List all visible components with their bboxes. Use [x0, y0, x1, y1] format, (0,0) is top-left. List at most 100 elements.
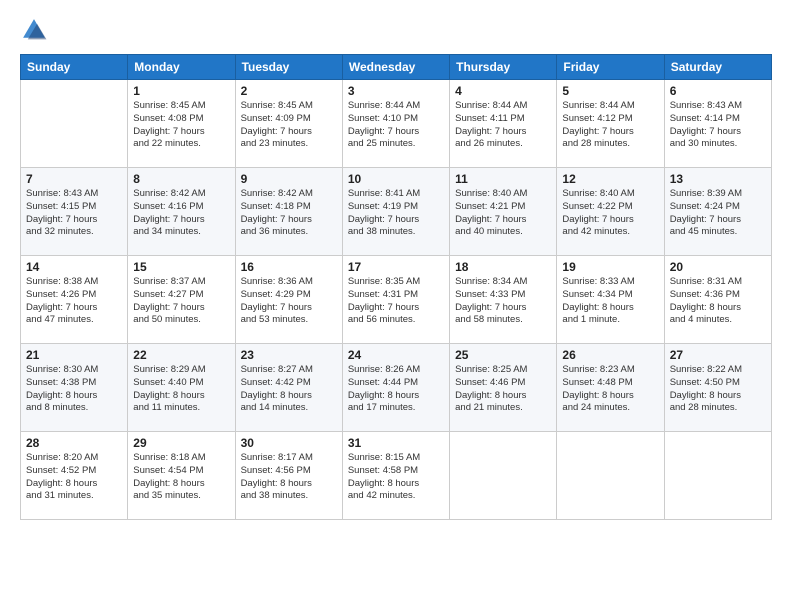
- calendar-cell: 12 Sunrise: 8:40 AM Sunset: 4:22 PM Dayli…: [557, 168, 664, 256]
- day-number: 21: [26, 348, 122, 362]
- calendar-cell: 10 Sunrise: 8:41 AM Sunset: 4:19 PM Dayli…: [342, 168, 449, 256]
- weekday-header-row: SundayMondayTuesdayWednesdayThursdayFrid…: [21, 55, 772, 80]
- day-number: 8: [133, 172, 229, 186]
- calendar-cell: 19Sunrise: 8:33 AM Sunset: 4:34 PM Dayli…: [557, 256, 664, 344]
- day-info: Sunrise: 8:30 AM Sunset: 4:38 PM Dayligh…: [26, 364, 122, 415]
- day-number: 1: [133, 84, 229, 98]
- day-info: Sunrise: 8:26 AM Sunset: 4:44 PM Dayligh…: [348, 364, 444, 415]
- day-number: 3: [348, 84, 444, 98]
- day-info: Sunrise: 8:22 AM Sunset: 4:50 PM Dayligh…: [670, 364, 766, 415]
- weekday-header-saturday: Saturday: [664, 55, 771, 80]
- week-row-3: 14Sunrise: 8:38 AM Sunset: 4:26 PM Dayli…: [21, 256, 772, 344]
- day-info: Sunrise: 8:45 AM Sunset: 4:08 PM Dayligh…: [133, 100, 229, 151]
- calendar-cell: 8 Sunrise: 8:42 AM Sunset: 4:16 PM Daylig…: [128, 168, 235, 256]
- day-number: 26: [562, 348, 658, 362]
- calendar-cell: 2 Sunrise: 8:45 AM Sunset: 4:09 PM Daylig…: [235, 80, 342, 168]
- logo-icon: [20, 16, 48, 44]
- calendar-cell: 26 Sunrise: 8:23 AM Sunset: 4:48 PM Dayli…: [557, 344, 664, 432]
- day-info: Sunrise: 8:15 AM Sunset: 4:58 PM Dayligh…: [348, 452, 444, 503]
- calendar-cell: 21 Sunrise: 8:30 AM Sunset: 4:38 PM Dayli…: [21, 344, 128, 432]
- calendar-cell: 13 Sunrise: 8:39 AM Sunset: 4:24 PM Dayli…: [664, 168, 771, 256]
- day-number: 11: [455, 172, 551, 186]
- calendar-cell: 17 Sunrise: 8:35 AM Sunset: 4:31 PM Dayli…: [342, 256, 449, 344]
- calendar-cell: 5 Sunrise: 8:44 AM Sunset: 4:12 PM Daylig…: [557, 80, 664, 168]
- day-info: Sunrise: 8:42 AM Sunset: 4:16 PM Dayligh…: [133, 188, 229, 239]
- day-info: Sunrise: 8:40 AM Sunset: 4:22 PM Dayligh…: [562, 188, 658, 239]
- day-info: Sunrise: 8:31 AM Sunset: 4:36 PM Dayligh…: [670, 276, 766, 327]
- calendar-cell: 1 Sunrise: 8:45 AM Sunset: 4:08 PM Daylig…: [128, 80, 235, 168]
- day-info: Sunrise: 8:41 AM Sunset: 4:19 PM Dayligh…: [348, 188, 444, 239]
- day-number: 29: [133, 436, 229, 450]
- weekday-header-wednesday: Wednesday: [342, 55, 449, 80]
- day-number: 31: [348, 436, 444, 450]
- logo: [20, 16, 52, 44]
- day-info: Sunrise: 8:44 AM Sunset: 4:10 PM Dayligh…: [348, 100, 444, 151]
- day-info: Sunrise: 8:33 AM Sunset: 4:34 PM Dayligh…: [562, 276, 658, 327]
- day-info: Sunrise: 8:25 AM Sunset: 4:46 PM Dayligh…: [455, 364, 551, 415]
- day-info: Sunrise: 8:35 AM Sunset: 4:31 PM Dayligh…: [348, 276, 444, 327]
- day-info: Sunrise: 8:37 AM Sunset: 4:27 PM Dayligh…: [133, 276, 229, 327]
- day-number: 28: [26, 436, 122, 450]
- day-number: 12: [562, 172, 658, 186]
- day-number: 24: [348, 348, 444, 362]
- day-info: Sunrise: 8:44 AM Sunset: 4:12 PM Dayligh…: [562, 100, 658, 151]
- calendar-cell: 28Sunrise: 8:20 AM Sunset: 4:52 PM Dayli…: [21, 432, 128, 520]
- week-row-4: 21 Sunrise: 8:30 AM Sunset: 4:38 PM Dayli…: [21, 344, 772, 432]
- weekday-header-friday: Friday: [557, 55, 664, 80]
- day-info: Sunrise: 8:34 AM Sunset: 4:33 PM Dayligh…: [455, 276, 551, 327]
- day-info: Sunrise: 8:39 AM Sunset: 4:24 PM Dayligh…: [670, 188, 766, 239]
- calendar-cell: [450, 432, 557, 520]
- day-number: 22: [133, 348, 229, 362]
- day-info: Sunrise: 8:27 AM Sunset: 4:42 PM Dayligh…: [241, 364, 337, 415]
- day-info: Sunrise: 8:23 AM Sunset: 4:48 PM Dayligh…: [562, 364, 658, 415]
- weekday-header-sunday: Sunday: [21, 55, 128, 80]
- week-row-1: 1 Sunrise: 8:45 AM Sunset: 4:08 PM Daylig…: [21, 80, 772, 168]
- day-number: 18: [455, 260, 551, 274]
- calendar-cell: 31 Sunrise: 8:15 AM Sunset: 4:58 PM Dayli…: [342, 432, 449, 520]
- calendar-cell: [557, 432, 664, 520]
- day-number: 17: [348, 260, 444, 274]
- day-number: 10: [348, 172, 444, 186]
- day-number: 20: [670, 260, 766, 274]
- day-info: Sunrise: 8:43 AM Sunset: 4:15 PM Dayligh…: [26, 188, 122, 239]
- calendar-cell: 30Sunrise: 8:17 AM Sunset: 4:56 PM Dayli…: [235, 432, 342, 520]
- day-info: Sunrise: 8:43 AM Sunset: 4:14 PM Dayligh…: [670, 100, 766, 151]
- weekday-header-thursday: Thursday: [450, 55, 557, 80]
- calendar-cell: 24 Sunrise: 8:26 AM Sunset: 4:44 PM Dayli…: [342, 344, 449, 432]
- day-number: 9: [241, 172, 337, 186]
- week-row-5: 28Sunrise: 8:20 AM Sunset: 4:52 PM Dayli…: [21, 432, 772, 520]
- day-number: 25: [455, 348, 551, 362]
- day-number: 14: [26, 260, 122, 274]
- day-info: Sunrise: 8:45 AM Sunset: 4:09 PM Dayligh…: [241, 100, 337, 151]
- calendar-cell: 14Sunrise: 8:38 AM Sunset: 4:26 PM Dayli…: [21, 256, 128, 344]
- day-number: 15: [133, 260, 229, 274]
- calendar-cell: 3 Sunrise: 8:44 AM Sunset: 4:10 PM Daylig…: [342, 80, 449, 168]
- day-number: 6: [670, 84, 766, 98]
- day-number: 5: [562, 84, 658, 98]
- day-info: Sunrise: 8:40 AM Sunset: 4:21 PM Dayligh…: [455, 188, 551, 239]
- day-info: Sunrise: 8:44 AM Sunset: 4:11 PM Dayligh…: [455, 100, 551, 151]
- calendar-cell: 29 Sunrise: 8:18 AM Sunset: 4:54 PM Dayli…: [128, 432, 235, 520]
- day-number: 13: [670, 172, 766, 186]
- calendar-cell: 11 Sunrise: 8:40 AM Sunset: 4:21 PM Dayli…: [450, 168, 557, 256]
- day-number: 27: [670, 348, 766, 362]
- calendar-cell: 18 Sunrise: 8:34 AM Sunset: 4:33 PM Dayli…: [450, 256, 557, 344]
- header: [20, 16, 772, 44]
- calendar-cell: 4Sunrise: 8:44 AM Sunset: 4:11 PM Daylig…: [450, 80, 557, 168]
- weekday-header-monday: Monday: [128, 55, 235, 80]
- day-info: Sunrise: 8:29 AM Sunset: 4:40 PM Dayligh…: [133, 364, 229, 415]
- day-number: 7: [26, 172, 122, 186]
- calendar-cell: 7 Sunrise: 8:43 AM Sunset: 4:15 PM Daylig…: [21, 168, 128, 256]
- day-number: 30: [241, 436, 337, 450]
- calendar-page: SundayMondayTuesdayWednesdayThursdayFrid…: [0, 0, 792, 612]
- calendar-cell: 9 Sunrise: 8:42 AM Sunset: 4:18 PM Daylig…: [235, 168, 342, 256]
- day-info: Sunrise: 8:42 AM Sunset: 4:18 PM Dayligh…: [241, 188, 337, 239]
- calendar-cell: [664, 432, 771, 520]
- day-number: 2: [241, 84, 337, 98]
- calendar-cell: 23 Sunrise: 8:27 AM Sunset: 4:42 PM Dayli…: [235, 344, 342, 432]
- day-info: Sunrise: 8:18 AM Sunset: 4:54 PM Dayligh…: [133, 452, 229, 503]
- day-number: 23: [241, 348, 337, 362]
- week-row-2: 7 Sunrise: 8:43 AM Sunset: 4:15 PM Daylig…: [21, 168, 772, 256]
- calendar-cell: 6 Sunrise: 8:43 AM Sunset: 4:14 PM Daylig…: [664, 80, 771, 168]
- calendar-cell: 25 Sunrise: 8:25 AM Sunset: 4:46 PM Dayli…: [450, 344, 557, 432]
